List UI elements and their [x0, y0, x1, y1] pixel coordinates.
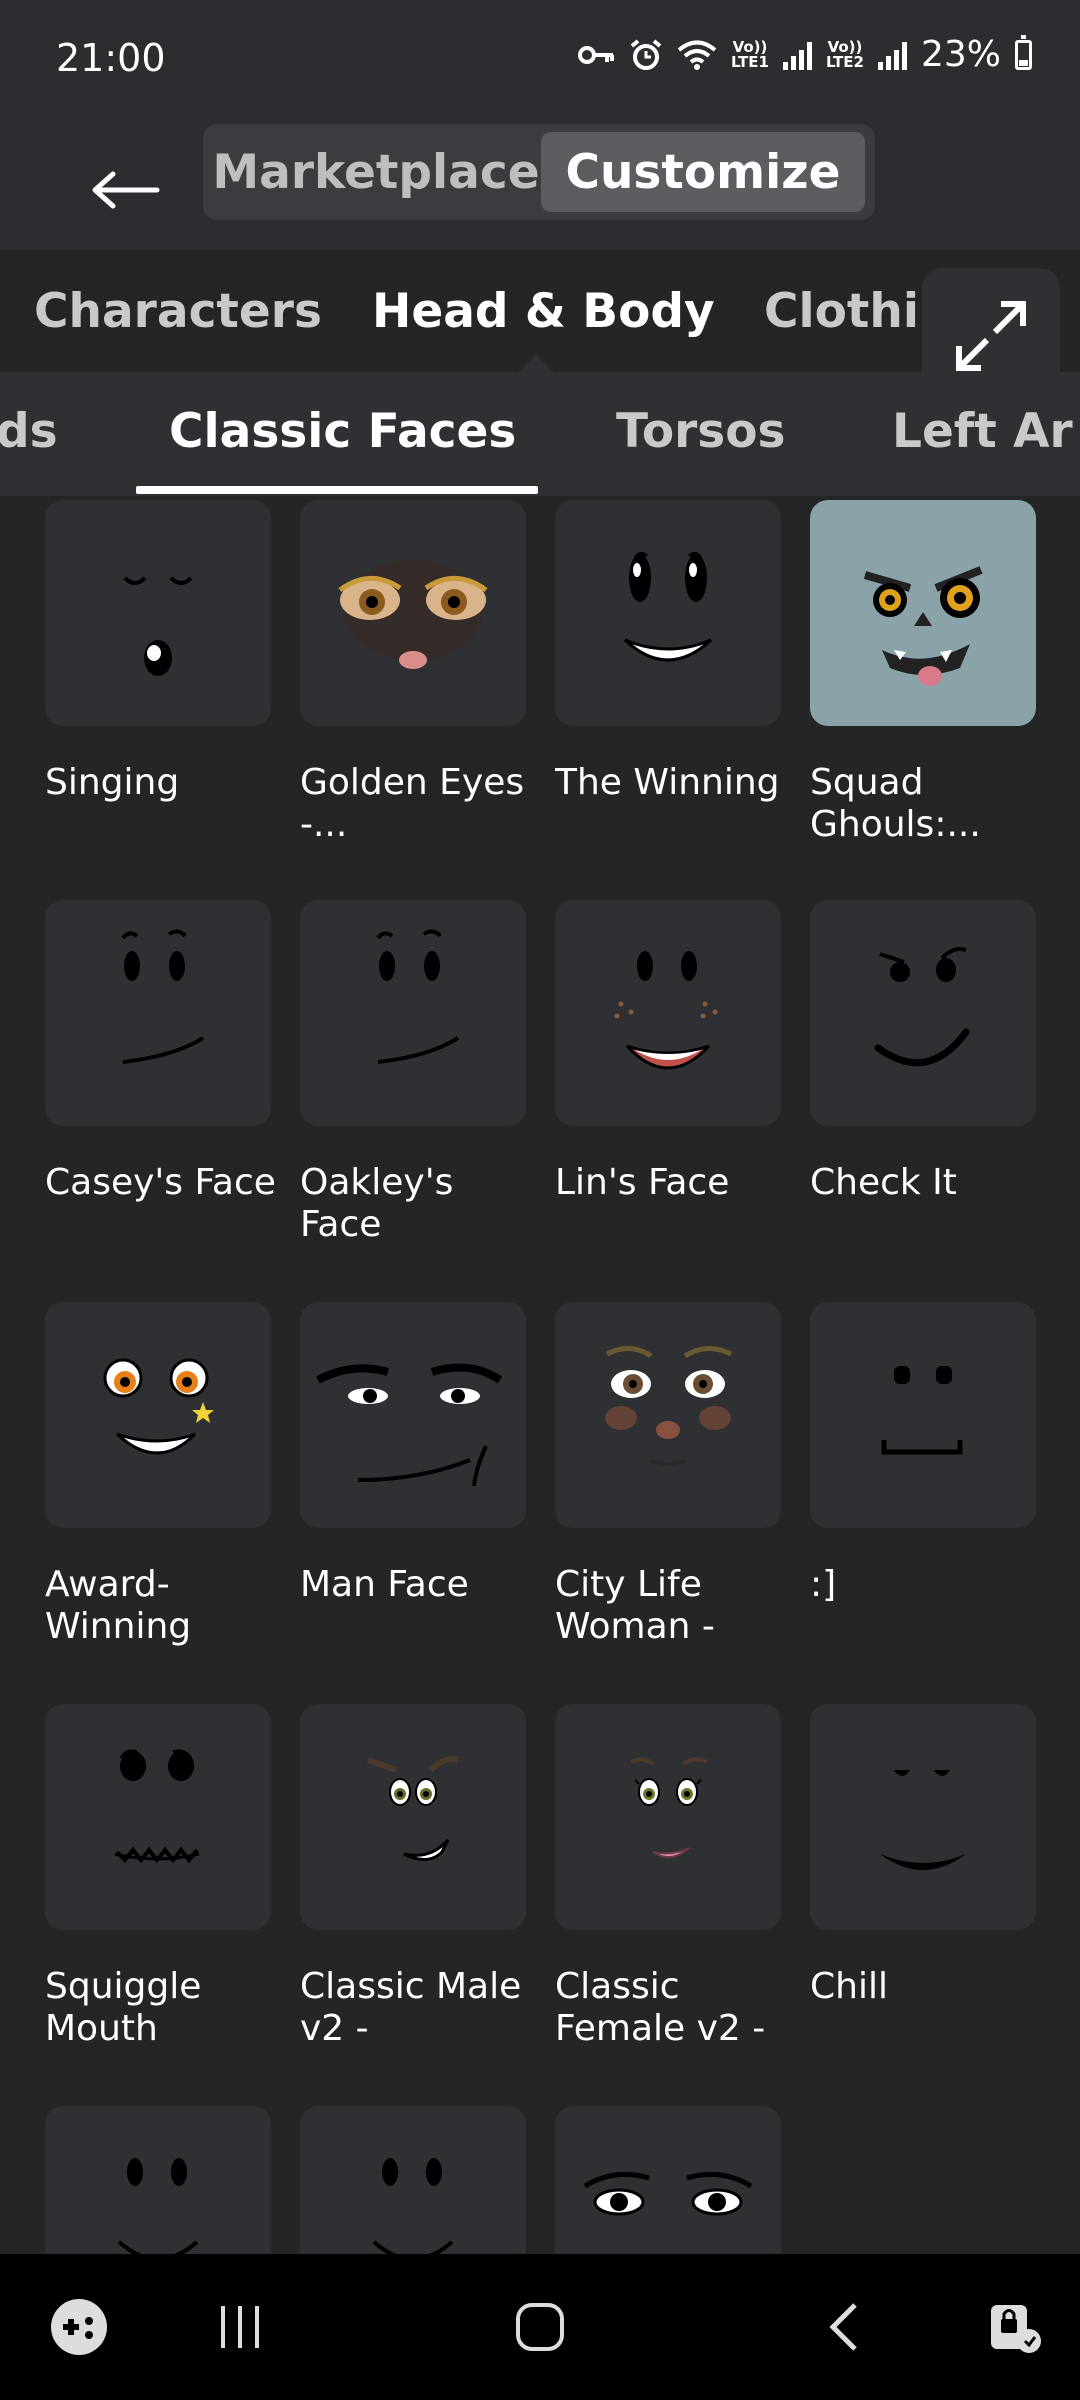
- home-icon: [516, 2303, 564, 2351]
- item-name: Golden Eyes -...: [300, 762, 525, 845]
- active-category-caret: [518, 354, 554, 372]
- squiggle-mouth-icon: [45, 1704, 271, 1930]
- sim1-label: Vo)) LTE1: [730, 37, 769, 71]
- recent-apps-icon: [221, 2306, 259, 2348]
- home-button[interactable]: [480, 2254, 600, 2400]
- app-lock-icon: [991, 2305, 1041, 2353]
- caseys-face-icon: [45, 900, 271, 1126]
- expand-button[interactable]: [922, 268, 1060, 404]
- item-name: Check It: [810, 1162, 957, 1203]
- singing-face-icon: [45, 500, 271, 726]
- item-card[interactable]: Squiggle Mouth: [45, 1704, 271, 2050]
- item-name: Singing: [45, 762, 180, 803]
- subcategory-tabs: ds Classic Faces Torsos Left Ar: [0, 372, 1080, 496]
- squad-ghouls-face-icon: [810, 500, 1036, 726]
- alarm-icon: [630, 38, 662, 70]
- face-icon: [555, 2106, 781, 2254]
- item-card[interactable]: [555, 2106, 781, 2254]
- item-card[interactable]: Singing: [45, 500, 271, 804]
- item-card[interactable]: :]: [810, 1302, 1036, 1606]
- sim2-label: Vo)) LTE2: [825, 37, 864, 71]
- item-card[interactable]: Lin's Face: [555, 900, 781, 1204]
- city-life-woman-icon: [555, 1302, 781, 1528]
- classic-male-v2-icon: [300, 1704, 526, 1930]
- customize-tab[interactable]: Customize: [541, 132, 865, 212]
- item-card[interactable]: City Life Woman -: [555, 1302, 781, 1648]
- back-nav-button[interactable]: [785, 2254, 905, 2400]
- item-card[interactable]: Man Face: [300, 1302, 526, 1606]
- game-launcher-button[interactable]: [20, 2254, 138, 2400]
- item-card[interactable]: Classic Male v2 -: [300, 1704, 526, 2050]
- tab-characters[interactable]: Characters: [34, 284, 322, 339]
- mode-switch: Marketplace Customize: [203, 124, 875, 220]
- active-subtab-indicator: [136, 486, 538, 494]
- item-card[interactable]: Classic Female v2 -: [555, 1704, 781, 2050]
- vpn-key-icon: [577, 45, 614, 64]
- marketplace-tab[interactable]: Marketplace: [211, 132, 541, 212]
- item-card[interactable]: Award-Winning Smile: [45, 1302, 271, 1648]
- status-time: 21:00: [56, 36, 166, 80]
- item-card[interactable]: The Winning: [555, 500, 781, 804]
- item-card[interactable]: Squad Ghouls:...: [810, 500, 1036, 846]
- tab-head-body[interactable]: Head & Body: [372, 284, 715, 339]
- golden-eyes-face-icon: [300, 500, 526, 726]
- winning-face-icon: [555, 500, 781, 726]
- category-tabs: Characters Head & Body Clothir: [0, 250, 1080, 372]
- face-icon: [300, 2106, 526, 2254]
- item-name: Award-Winning Smile: [45, 1564, 192, 1647]
- item-name: Squiggle Mouth: [45, 1966, 202, 2049]
- item-card[interactable]: Oakley's Face: [300, 900, 526, 1246]
- item-card[interactable]: Check It: [810, 900, 1036, 1204]
- app-lock-button[interactable]: [960, 2254, 1070, 2400]
- item-card[interactable]: Casey's Face: [45, 900, 276, 1204]
- item-name: Man Face: [300, 1564, 469, 1605]
- item-name: Classic Female v2 -: [555, 1966, 766, 2049]
- man-face-icon: [300, 1302, 526, 1528]
- game-launcher-icon: [51, 2299, 107, 2355]
- status-icons: Vo)) LTE1 Vo)) LTE2 23%: [577, 34, 1032, 75]
- item-card[interactable]: [300, 2106, 526, 2254]
- item-name: :]: [810, 1564, 837, 1605]
- item-name: Squad Ghouls:...: [810, 762, 981, 845]
- oakleys-face-icon: [300, 900, 526, 1126]
- item-name: City Life Woman -: [555, 1564, 715, 1647]
- tab-previous-partial[interactable]: ds: [0, 404, 58, 459]
- item-card[interactable]: [45, 2106, 271, 2254]
- item-name: Lin's Face: [555, 1162, 730, 1203]
- item-card[interactable]: Golden Eyes -...: [300, 500, 526, 846]
- status-bar: 21:00 Vo)) LTE1 Vo)) LTE2 23%: [0, 0, 1080, 120]
- face-icon: [45, 2106, 271, 2254]
- item-name: Casey's Face: [45, 1162, 276, 1203]
- check-it-face-icon: [810, 900, 1036, 1126]
- item-name: Classic Male v2 -: [300, 1966, 522, 2049]
- tab-left-arm[interactable]: Left Ar: [892, 404, 1073, 459]
- system-navigation-bar: [0, 2254, 1080, 2400]
- expand-arrows-icon: [956, 301, 1026, 371]
- battery-percent: 23%: [920, 34, 1001, 75]
- faces-grid: Singing Golden Eyes -... The Winning Squ…: [0, 496, 1080, 2254]
- item-name: Oakley's Face: [300, 1162, 454, 1245]
- item-name: The Winning: [555, 762, 780, 803]
- recent-apps-button[interactable]: [180, 2254, 300, 2400]
- tab-classic-faces[interactable]: Classic Faces: [169, 404, 516, 459]
- item-card[interactable]: Chill: [810, 1704, 1036, 2008]
- battery-icon: [1015, 34, 1032, 70]
- signal-2-icon: [877, 40, 907, 70]
- award-winning-smile-icon: [45, 1302, 271, 1528]
- back-button[interactable]: [86, 150, 166, 230]
- wifi-icon: [677, 40, 717, 70]
- back-icon: [829, 2303, 857, 2351]
- lins-face-icon: [555, 900, 781, 1126]
- colon-bracket-face-icon: [810, 1302, 1036, 1528]
- chill-face-icon: [810, 1704, 1036, 1930]
- top-header: Marketplace Customize: [0, 120, 1080, 250]
- classic-female-v2-icon: [555, 1704, 781, 1930]
- arrow-left-icon: [92, 171, 160, 209]
- tab-torsos[interactable]: Torsos: [616, 404, 786, 459]
- signal-1-icon: [782, 40, 812, 70]
- tab-clothing[interactable]: Clothir: [764, 284, 942, 339]
- item-name: Chill: [810, 1966, 888, 2007]
